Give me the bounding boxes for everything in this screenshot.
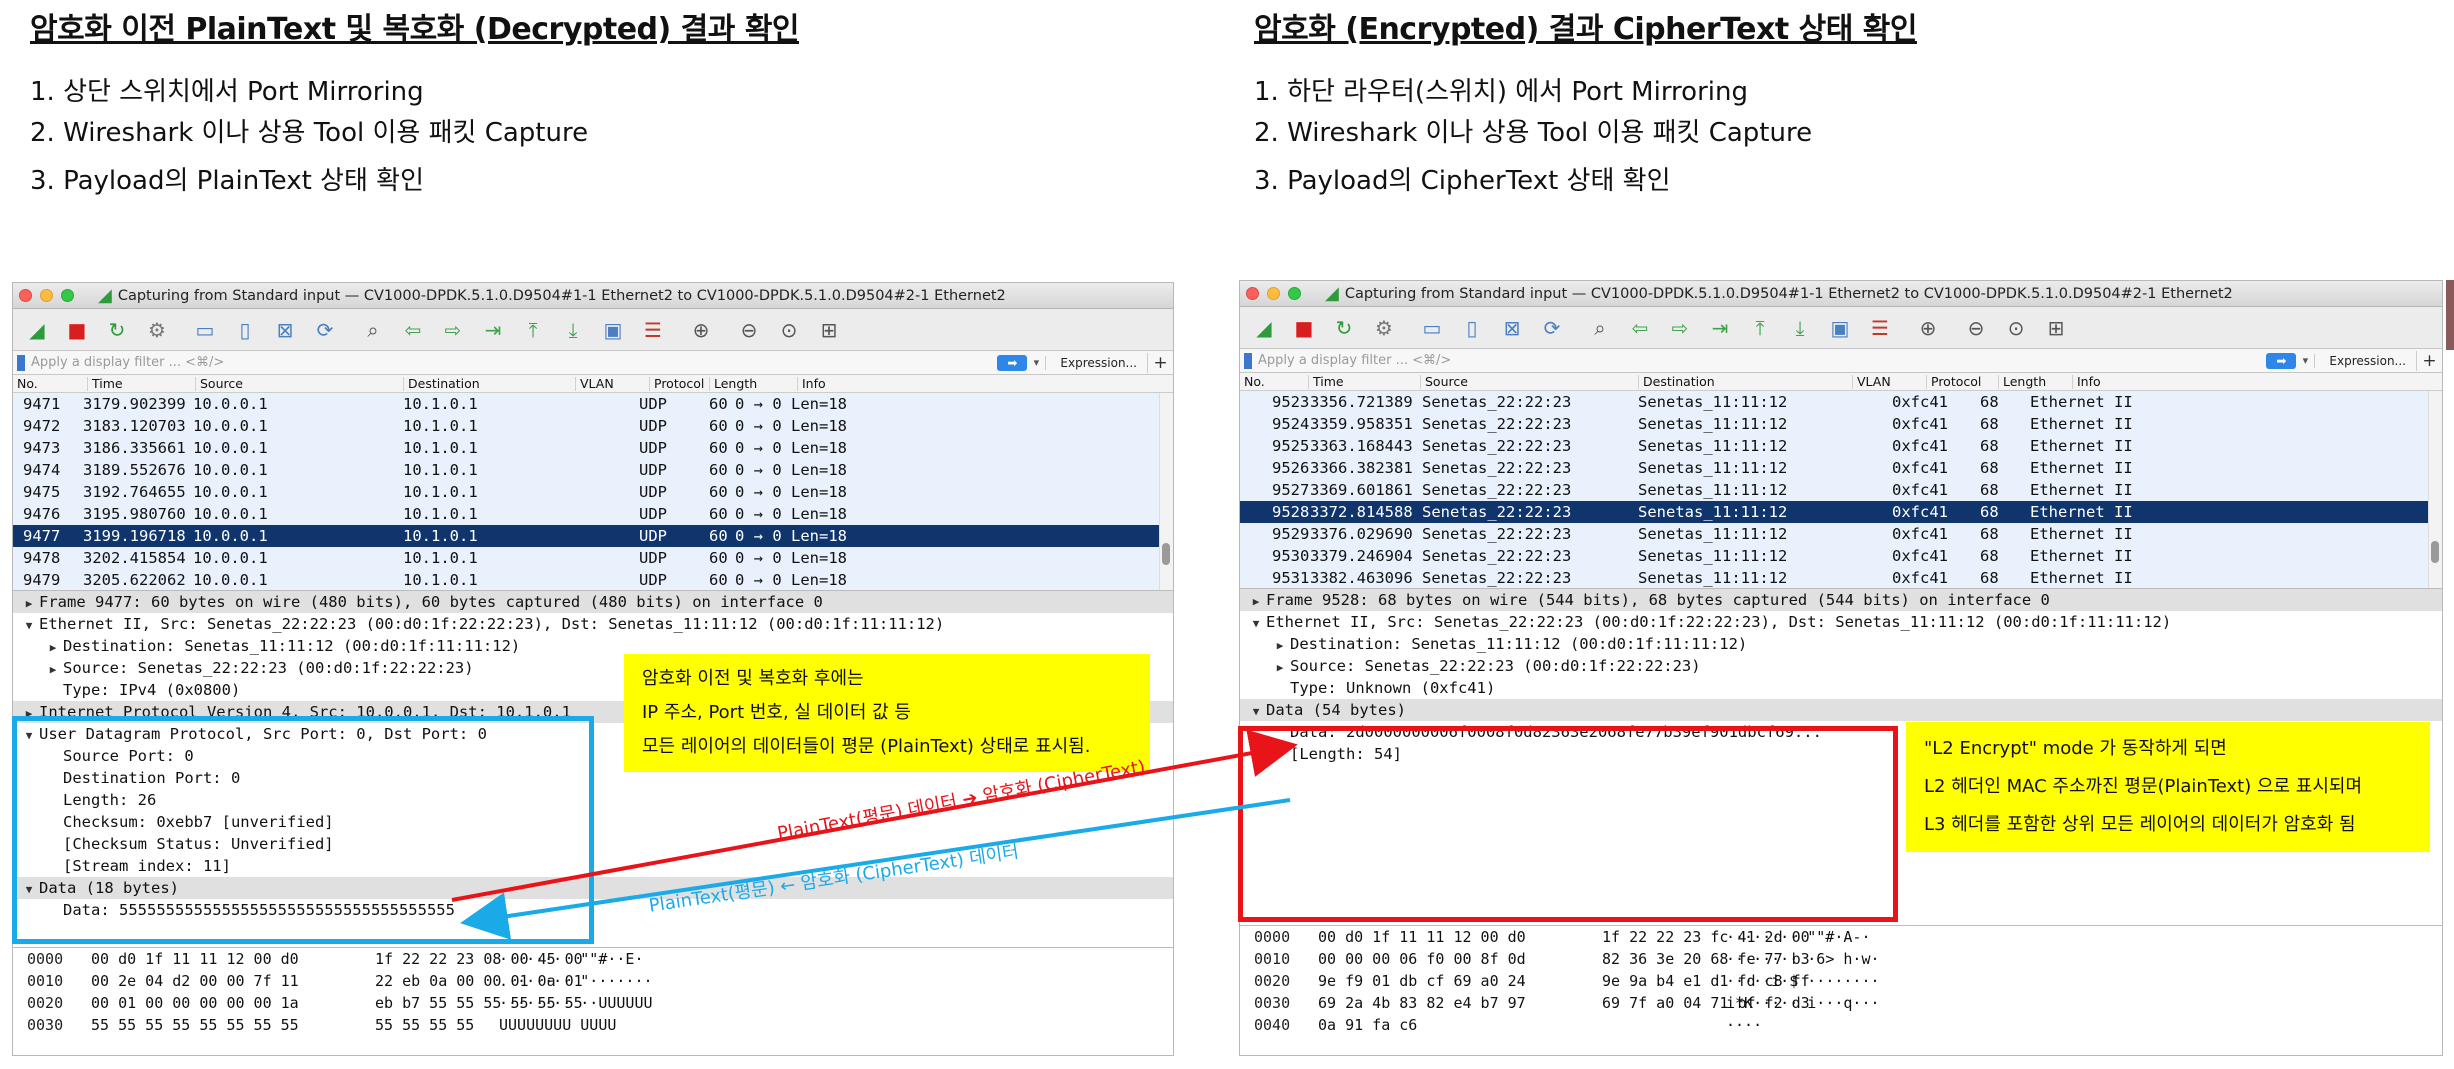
annotation-arrows bbox=[451, 729, 1298, 940]
